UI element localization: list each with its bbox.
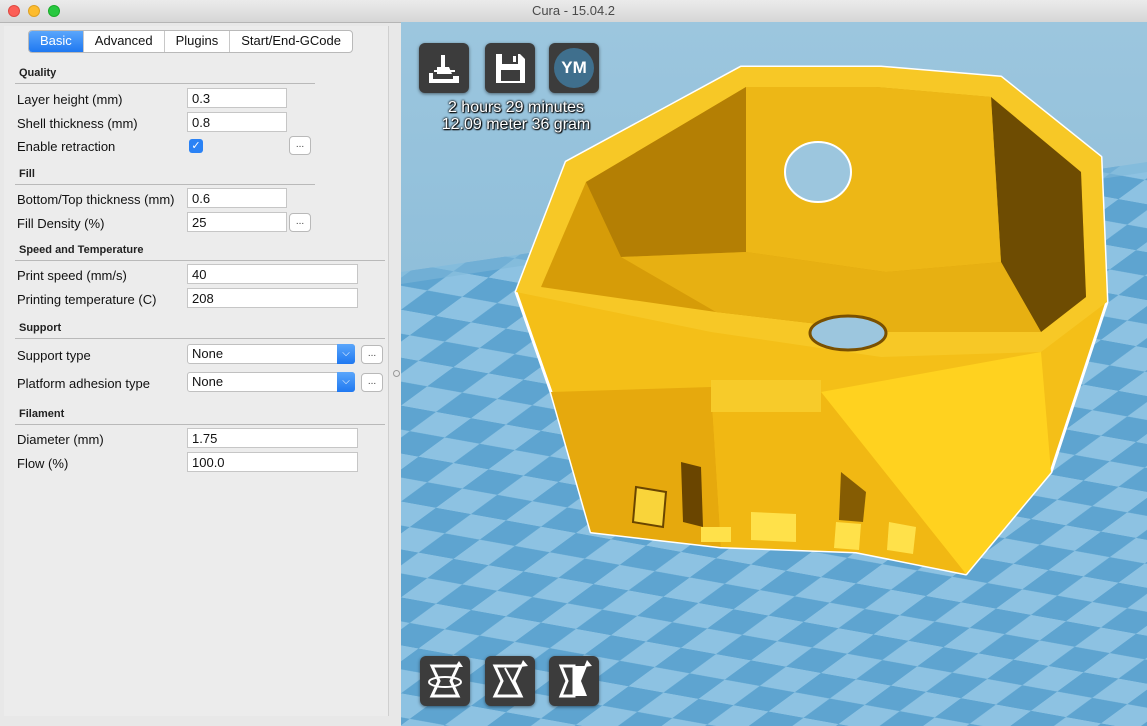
- mirror-icon: [558, 660, 592, 698]
- mirror-button[interactable]: [549, 656, 599, 706]
- support-type-value: None: [192, 346, 224, 361]
- zoom-window-button[interactable]: [48, 5, 60, 17]
- support-type-select[interactable]: None ⌵: [187, 344, 355, 364]
- close-window-button[interactable]: [8, 5, 20, 17]
- platform-adhesion-value: None: [192, 374, 224, 389]
- print-time: 2 hours 29 minutes: [447, 99, 585, 116]
- fill-more-button[interactable]: ...: [289, 213, 311, 232]
- support-section-title: Support: [19, 322, 62, 334]
- fill-divider: [15, 184, 315, 185]
- rotate-icon: [428, 661, 463, 698]
- tab-advanced[interactable]: Advanced: [84, 31, 165, 52]
- ym-upload-label: YM: [561, 58, 587, 77]
- fill-density-input[interactable]: [187, 212, 287, 232]
- tab-basic[interactable]: Basic: [29, 31, 84, 52]
- speed-section-title: Speed and Temperature: [19, 244, 144, 256]
- chevron-down-icon: ⌵: [337, 372, 355, 392]
- window-title: Cura - 15.04.2: [531, 3, 616, 18]
- save-toolpath-button[interactable]: [485, 43, 535, 93]
- window-title-bar: Cura - 15.04.2: [0, 0, 1147, 23]
- printing-temperature-input[interactable]: [187, 288, 358, 308]
- ym-upload-button[interactable]: YM: [549, 43, 599, 93]
- layer-height-label: Layer height (mm): [17, 92, 123, 107]
- quality-section-title: Quality: [19, 67, 57, 79]
- speed-divider: [15, 260, 385, 261]
- platform-adhesion-label: Platform adhesion type: [17, 376, 150, 391]
- platform-adhesion-select[interactable]: None ⌵: [187, 372, 355, 392]
- support-divider: [15, 338, 385, 339]
- panel-splitter-handle[interactable]: [393, 370, 400, 377]
- scale-button[interactable]: [485, 656, 535, 706]
- enable-retraction-label: Enable retraction: [17, 139, 116, 154]
- filament-divider: [15, 424, 385, 425]
- support-more-button[interactable]: ...: [361, 345, 383, 364]
- settings-tabs: Basic Advanced Plugins Start/End-GCode: [28, 30, 353, 53]
- bottom-top-thickness-label: Bottom/Top thickness (mm): [17, 192, 175, 207]
- print-speed-label: Print speed (mm/s): [17, 268, 127, 283]
- print-estimate: 2 hours 29 minutes 12.09 meter 36 gram: [421, 99, 611, 133]
- save-toolpath-icon: [496, 54, 525, 83]
- settings-panel: Basic Advanced Plugins Start/End-GCode Q…: [4, 26, 389, 716]
- minimize-window-button[interactable]: [28, 5, 40, 17]
- rotate-button[interactable]: [420, 656, 470, 706]
- bottom-top-thickness-input[interactable]: [187, 188, 287, 208]
- shell-thickness-input[interactable]: [187, 112, 287, 132]
- print-speed-input[interactable]: [187, 264, 358, 284]
- fill-density-label: Fill Density (%): [17, 216, 105, 231]
- diameter-label: Diameter (mm): [17, 432, 104, 447]
- diameter-input[interactable]: [187, 428, 358, 448]
- quality-divider: [15, 83, 315, 84]
- layer-height-input[interactable]: [187, 88, 287, 108]
- chevron-down-icon: ⌵: [337, 344, 355, 364]
- load-model-button[interactable]: [419, 43, 469, 93]
- fill-section-title: Fill: [19, 168, 35, 180]
- enable-retraction-checkbox[interactable]: ✓: [189, 139, 203, 153]
- adhesion-more-button[interactable]: ...: [361, 373, 383, 392]
- tab-plugins[interactable]: Plugins: [165, 31, 231, 52]
- support-type-label: Support type: [17, 348, 91, 363]
- retraction-more-button[interactable]: ...: [289, 136, 311, 155]
- scale-icon: [492, 660, 528, 698]
- flow-label: Flow (%): [17, 456, 69, 471]
- printing-temperature-label: Printing temperature (C): [17, 292, 157, 307]
- filament-section-title: Filament: [19, 408, 65, 420]
- tab-start-end-gcode[interactable]: Start/End-GCode: [230, 31, 352, 52]
- 3d-viewport[interactable]: YM 2 hours 29 minutes 12.09 meter 36 gra…: [401, 22, 1147, 726]
- printed-model: [514, 65, 1109, 576]
- flow-input[interactable]: [187, 452, 358, 472]
- load-model-icon: [429, 55, 459, 83]
- print-material: 12.09 meter 36 gram: [441, 116, 591, 133]
- shell-thickness-label: Shell thickness (mm): [17, 116, 138, 131]
